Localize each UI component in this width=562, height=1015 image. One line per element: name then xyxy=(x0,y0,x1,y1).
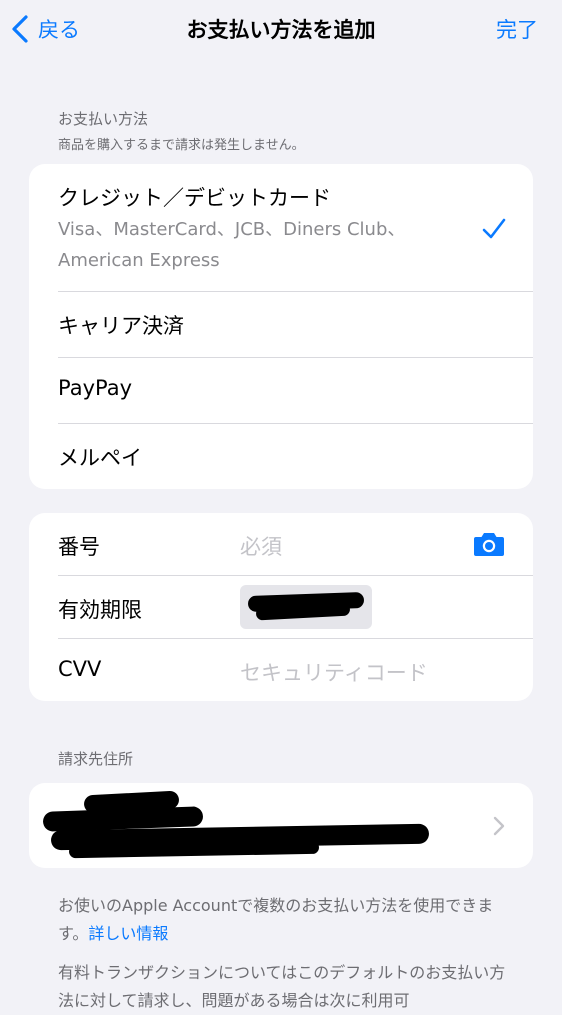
payment-option-card[interactable]: クレジット／デビットカード Visa、MasterCard、JCB、Diners… xyxy=(29,164,533,292)
payment-option-detail: Visa、MasterCard、JCB、Diners Club、 xyxy=(58,219,406,240)
payment-option-carrier[interactable]: キャリア決済 xyxy=(29,292,533,357)
payment-option-title: クレジット／デビットカード xyxy=(58,186,331,210)
payment-option-paypay[interactable]: PayPay xyxy=(29,358,533,423)
expiry-label: 有効期限 xyxy=(58,598,142,622)
payment-section-subheader: 商品を購入するまで請求は発生しません。 xyxy=(58,138,305,153)
footer-note: お使いのApple Accountで複数のお支払い方法を使用できます。詳しい情報 xyxy=(58,892,518,948)
payment-option-merpay[interactable]: メルペイ xyxy=(29,424,533,489)
card-number-row: 番号 必須 xyxy=(29,513,533,575)
cvv-label: CVV xyxy=(58,657,102,681)
cvv-row: CVV セキュリティコード xyxy=(29,639,533,701)
checkmark-icon xyxy=(482,218,506,239)
expiry-input[interactable] xyxy=(240,585,372,629)
chevron-right-icon xyxy=(493,816,505,836)
footer-note-2: 有料トランザクションについてはこのデフォルトのお支払い方法に対して請求し、問題が… xyxy=(58,963,506,1010)
done-button[interactable]: 完了 xyxy=(496,14,538,44)
learn-more-link[interactable]: 詳しい情報 xyxy=(88,924,168,943)
billing-section-header: 請求先住所 xyxy=(58,750,134,768)
payment-option-title: キャリア決済 xyxy=(58,314,184,338)
payment-option-title: PayPay xyxy=(58,376,133,400)
navigation-bar: 戻る お支払い方法を追加 完了 xyxy=(0,0,562,62)
payment-option-title: メルペイ xyxy=(58,446,142,470)
expiry-row: 有効期限 xyxy=(29,576,533,638)
card-number-label: 番号 xyxy=(58,535,100,559)
page-title: お支払い方法を追加 xyxy=(186,18,376,42)
card-form: 番号 必須 有効期限 CVV セキュリティコード xyxy=(29,513,533,701)
payment-option-detail: American Express xyxy=(58,250,220,271)
card-number-input[interactable]: 必須 xyxy=(240,531,282,561)
camera-icon[interactable] xyxy=(473,531,505,557)
billing-address-row[interactable] xyxy=(29,783,533,868)
payment-methods-list: クレジット／デビットカード Visa、MasterCard、JCB、Diners… xyxy=(29,164,533,489)
cvv-input[interactable]: セキュリティコード xyxy=(240,657,428,687)
payment-section-header: お支払い方法 xyxy=(58,110,149,128)
